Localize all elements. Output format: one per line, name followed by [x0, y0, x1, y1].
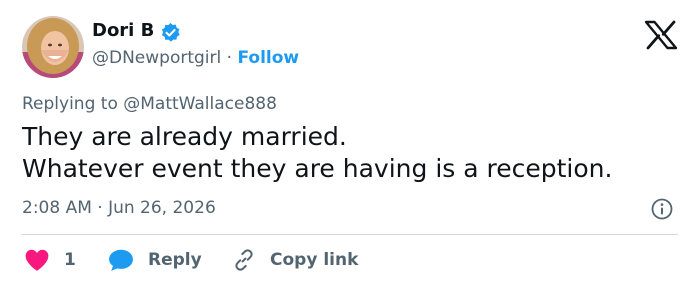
reply-button[interactable]: Reply	[108, 247, 202, 273]
replying-to-label: Replying to	[22, 94, 118, 114]
tweet-text: They are already married. Whatever event…	[22, 121, 612, 185]
verified-badge-icon	[161, 22, 180, 42]
follow-button[interactable]: Follow	[237, 48, 299, 68]
handle-line: @DNewportgirl · Follow	[92, 48, 299, 68]
copy-link-button[interactable]: Copy link	[232, 247, 358, 273]
avatar[interactable]	[22, 16, 84, 78]
divider	[22, 234, 678, 235]
tweet-timestamp[interactable]: 2:08 AM · Jun 26, 2026	[22, 198, 216, 218]
tweet-text-line: They are already married.	[22, 122, 347, 151]
author-name[interactable]: Dori B	[92, 20, 154, 41]
like-button[interactable]: 1	[24, 247, 76, 273]
info-icon[interactable]	[650, 197, 674, 221]
heart-icon	[25, 249, 49, 271]
like-count: 1	[64, 250, 76, 270]
x-logo-icon[interactable]	[644, 20, 678, 50]
replying-to-handle[interactable]: @MattWallace888	[123, 94, 277, 114]
separator-dot: ·	[226, 48, 233, 68]
reply-label: Reply	[148, 250, 202, 270]
tweet-text-line: Whatever event they are having is a rece…	[22, 154, 613, 183]
copy-link-label: Copy link	[270, 250, 359, 270]
replying-to: Replying to @MattWallace888	[22, 94, 277, 114]
link-icon	[235, 249, 253, 271]
reply-bubble-icon	[109, 249, 133, 271]
author-handle[interactable]: @DNewportgirl	[92, 48, 221, 68]
